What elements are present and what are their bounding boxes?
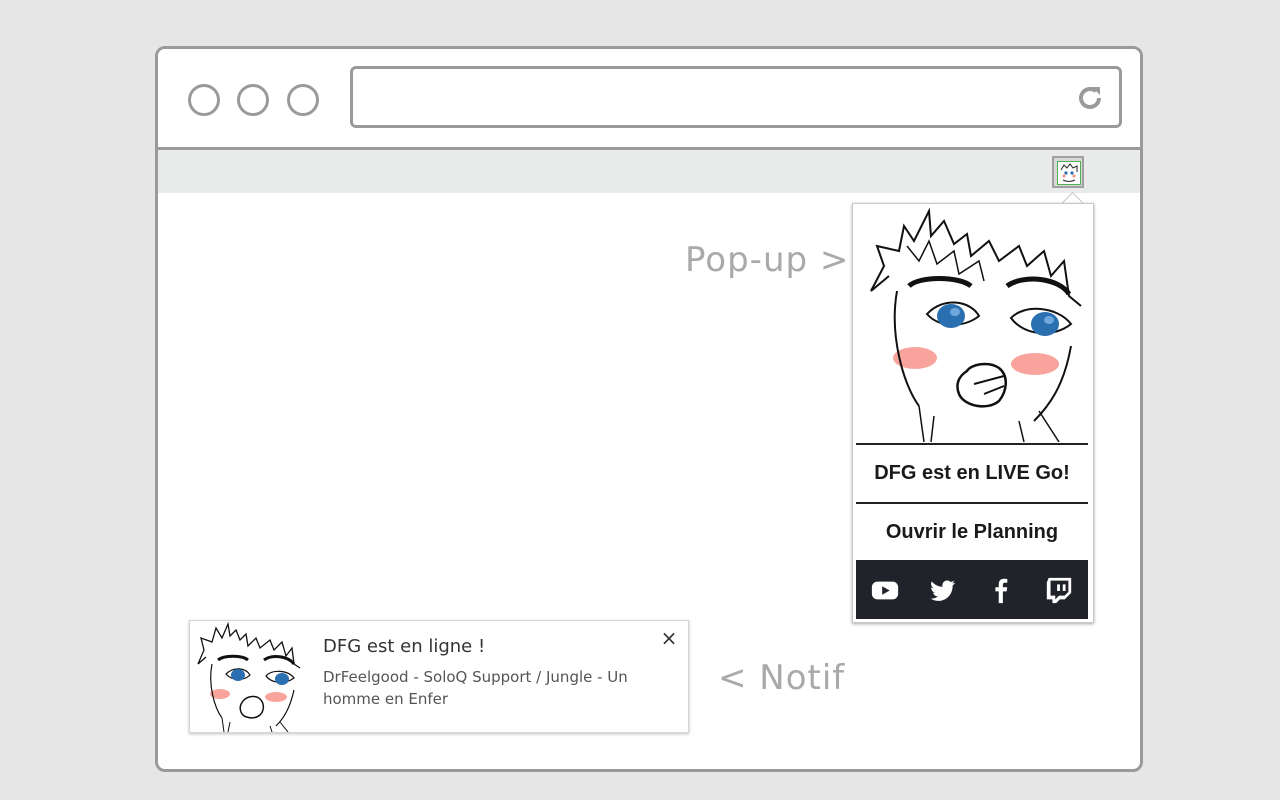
window-control-maximize[interactable] xyxy=(287,84,319,116)
notification-body: DrFeelgood - SoloQ Support / Jungle - Un… xyxy=(323,668,628,708)
extensions-toolbar xyxy=(158,150,1140,193)
twitch-icon[interactable] xyxy=(1043,574,1075,606)
notif-annotation: < Notif xyxy=(718,658,846,698)
browser-titlebar xyxy=(158,49,1140,150)
popup-annotation: Pop-up > xyxy=(685,240,850,280)
window-control-minimize[interactable] xyxy=(237,84,269,116)
live-button[interactable]: DFG est en LIVE Go! xyxy=(856,443,1088,502)
close-icon[interactable]: × xyxy=(660,628,678,648)
window-control-close[interactable] xyxy=(188,84,220,116)
twitter-icon[interactable] xyxy=(927,574,959,606)
notification-title: DFG est en ligne ! xyxy=(323,636,486,657)
reload-icon[interactable] xyxy=(1075,83,1105,113)
address-bar[interactable] xyxy=(350,66,1122,128)
youtube-icon[interactable] xyxy=(869,574,901,606)
planning-button[interactable]: Ouvrir le Planning xyxy=(856,502,1088,561)
extension-button[interactable] xyxy=(1052,156,1084,188)
social-links-bar xyxy=(856,560,1088,619)
streamer-face-illustration xyxy=(870,207,1082,442)
desktop-notification[interactable]: DFG est en ligne ! DrFeelgood - SoloQ Su… xyxy=(189,620,689,733)
facebook-icon[interactable] xyxy=(985,574,1017,606)
streamer-face-thumbnail xyxy=(197,622,301,732)
extension-popup: DFG est en LIVE Go! Ouvrir le Planning xyxy=(852,203,1094,623)
extension-face-icon xyxy=(1057,161,1081,185)
